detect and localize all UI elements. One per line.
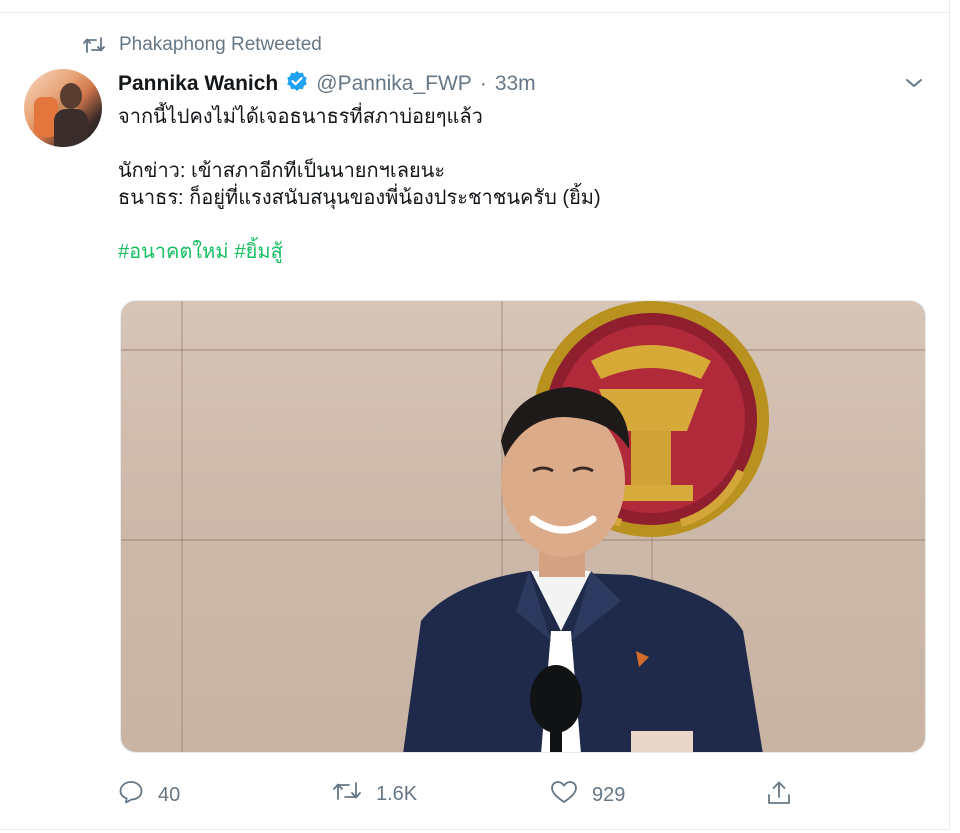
retweet-icon	[332, 780, 362, 808]
tweet-line: นักข่าว: เข้าสภาอีกทีเป็นนายกฯเลยนะ	[118, 160, 446, 182]
tweet-card[interactable]: Phakaphong Retweeted Pannika Wanich @Pan…	[0, 0, 950, 830]
tweet-photo[interactable]	[120, 300, 926, 753]
retweet-count: 1.6K	[376, 782, 418, 805]
retweet-context[interactable]: Phakaphong Retweeted	[83, 34, 322, 56]
divider	[0, 12, 950, 13]
tweet-header: Pannika Wanich @Pannika_FWP · 33m	[118, 70, 536, 98]
retweet-button[interactable]: 1.6K	[332, 780, 417, 808]
verified-badge-icon	[286, 70, 308, 98]
tweet-text: จากนี้ไปคงไม่ได้เจอธนาธรที่สภาบ่อยๆแล้ว …	[118, 104, 601, 266]
reply-icon	[118, 780, 144, 810]
user-handle[interactable]: @Pannika_FWP	[316, 72, 472, 96]
hashtag-link[interactable]: #อนาคตใหม่	[118, 241, 229, 263]
chevron-down-icon[interactable]	[904, 76, 924, 95]
timestamp[interactable]: 33m	[495, 72, 536, 96]
like-button[interactable]: 929	[550, 780, 625, 810]
retweet-context-text[interactable]: Phakaphong Retweeted	[119, 34, 322, 56]
tweet-line: จากนี้ไปคงไม่ได้เจอธนาธรที่สภาบ่อยๆแล้ว	[118, 106, 483, 128]
photo-illustration	[403, 301, 769, 752]
tweet-line: ธนาธร: ก็อยู่ที่แรงสนับสนุนของพี่น้องประ…	[118, 187, 601, 209]
reply-button[interactable]: 40	[118, 780, 180, 810]
separator: ·	[479, 72, 487, 95]
avatar[interactable]	[24, 69, 102, 147]
heart-icon	[550, 780, 578, 810]
retweet-icon	[83, 36, 105, 54]
display-name[interactable]: Pannika Wanich	[118, 72, 278, 96]
like-count: 929	[592, 783, 626, 806]
hashtag-link[interactable]: #ยิ้มสู้	[235, 241, 283, 263]
share-button[interactable]	[766, 780, 792, 812]
share-icon	[766, 780, 792, 812]
reply-count: 40	[158, 783, 181, 806]
tweet-actions: 40 1.6K 929	[118, 780, 818, 814]
hashtag-line: #อนาคตใหม่ #ยิ้มสู้	[118, 239, 601, 266]
